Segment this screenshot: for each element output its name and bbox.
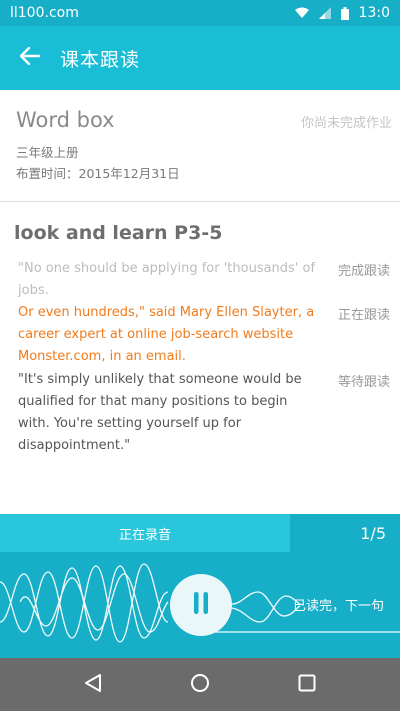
assignment-info: Word box 你尚未完成作业 三年级上册 布置时间：2015年12月31日	[0, 90, 400, 202]
nav-home-button[interactable]	[170, 658, 230, 711]
sentence-text: "It's simply unlikely that someone would…	[18, 372, 302, 453]
sentence-status: 等待跟读	[337, 375, 390, 390]
pause-icon	[191, 592, 211, 618]
sentence-status: 正在跟读	[337, 308, 390, 323]
recording-panel: 已读完，下一句	[0, 552, 400, 658]
status-time: 13:0	[358, 5, 390, 21]
nav-recents-button[interactable]	[277, 658, 337, 711]
signal-icon	[318, 7, 331, 19]
battery-icon	[340, 6, 349, 20]
sentence-item[interactable]: Or even hundreds," said Mary Ellen Slayt…	[18, 302, 398, 368]
back-button[interactable]	[0, 26, 60, 90]
next-sentence-button[interactable]: 已读完，下一句	[293, 595, 384, 614]
status-site: ll100.com	[10, 5, 79, 21]
nav-back-button[interactable]	[63, 658, 123, 711]
system-nav-bar	[0, 658, 400, 711]
back-arrow-icon	[19, 46, 41, 69]
completion-status: 你尚未完成作业	[300, 116, 392, 131]
recording-strip: 正在录音 1/5	[0, 514, 400, 552]
pause-button[interactable]	[170, 574, 232, 636]
assignment-title: Word box	[16, 108, 115, 132]
wifi-icon	[294, 7, 309, 19]
nav-home-icon	[190, 673, 210, 697]
sentence-status: 完成跟读	[337, 264, 390, 279]
app-bar: 课本跟读	[0, 26, 400, 90]
nav-back-icon	[84, 673, 102, 697]
sentence-progress: 1/5	[290, 514, 400, 552]
sentence-item[interactable]: "It's simply unlikely that someone would…	[18, 369, 398, 457]
sentence-item[interactable]: "No one should be applying for 'thousand…	[18, 258, 398, 302]
recording-status: 正在录音	[0, 514, 290, 552]
assigned-date: 布置时间：2015年12月31日	[16, 166, 180, 181]
sentence-text: Or even hundreds," said Mary Ellen Slayt…	[18, 305, 315, 364]
sentence-text: "No one should be applying for 'thousand…	[18, 261, 316, 298]
page-title: 课本跟读	[60, 48, 141, 71]
grade-label: 三年级上册	[16, 145, 79, 160]
status-bar: ll100.com 13:0	[0, 0, 400, 26]
lesson-title: look and learn P3-5	[14, 222, 223, 244]
nav-recents-icon	[298, 674, 316, 696]
